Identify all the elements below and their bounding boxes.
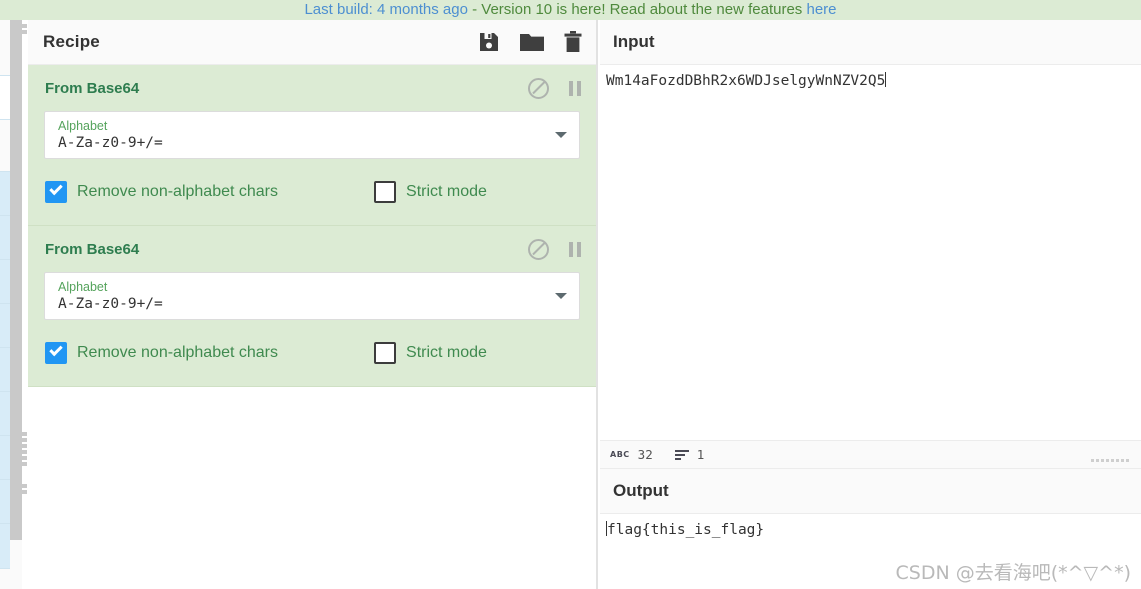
output-pane: Output flag{this_is_flag} CSDN @去看海吧(*^▽… [600,469,1141,589]
output-header: Output [600,469,1141,514]
version-notice-text: Version 10 is here! Read about the new f… [481,1,807,18]
list-item[interactable] [0,524,10,569]
list-item[interactable] [0,480,10,524]
io-column: Input Wm14aFozdDBhR2x6WDJselgyWnNZV2Q5 A… [600,20,1141,589]
disable-operation-icon[interactable] [528,238,549,260]
io-pane-resize-handle[interactable] [1091,459,1129,462]
alphabet-label: Alphabet [58,279,108,294]
list-item[interactable] [0,569,10,589]
operation-header: From Base64 [28,226,596,272]
recipe-operation[interactable]: From Base64 Alphabet A-Za-z0-9+/= Remove… [28,65,596,226]
output-textarea[interactable]: flag{this_is_flag} [600,514,1141,539]
save-icon[interactable] [478,31,500,53]
chevron-down-icon[interactable] [555,293,567,299]
recipe-operation-list[interactable]: From Base64 Alphabet A-Za-z0-9+/= Remove… [28,65,596,589]
input-length-value: 32 [637,447,653,462]
checkbox-box-unchecked[interactable] [374,342,397,364]
watermark: CSDN @去看海吧(*^▽^*) [895,562,1132,584]
alphabet-value: A-Za-z0-9+/= [58,295,163,312]
remove-non-alphabet-chars-checkbox[interactable]: Remove non-alphabet chars [45,181,278,203]
input-lines-stat: 1 [674,447,705,462]
input-textarea[interactable]: Wm14aFozdDBhR2x6WDJselgyWnNZV2Q5 [600,65,1141,90]
recipe-header: Recipe [28,20,596,65]
list-item[interactable] [0,76,10,120]
checkbox-box-checked[interactable] [45,181,67,203]
operation-controls [528,77,582,99]
operation-checkboxes: Remove non-alphabet chars Strict mode [28,159,596,203]
list-item[interactable] [0,120,10,172]
list-item[interactable] [0,260,10,304]
operation-title: From Base64 [45,240,140,258]
operation-title: From Base64 [45,79,140,97]
checkbox-label: Remove non-alphabet chars [77,344,279,361]
list-item[interactable] [0,392,10,436]
operations-rail [0,20,22,589]
strict-mode-checkbox[interactable]: Strict mode [374,342,487,364]
operation-controls [528,238,582,260]
list-item[interactable] [0,436,10,480]
operations-rail-tiles [0,20,10,589]
list-item[interactable] [0,348,10,392]
checkbox-label: Strict mode [406,344,487,361]
checkbox-box-unchecked[interactable] [374,181,397,203]
input-header: Input [600,20,1141,65]
output-title: Output [613,481,669,500]
input-pane: Input Wm14aFozdDBhR2x6WDJselgyWnNZV2Q5 A… [600,20,1141,469]
recipe-toolbar [478,31,582,53]
disable-operation-icon[interactable] [528,77,549,99]
list-item[interactable] [0,20,10,76]
trash-icon[interactable] [564,31,582,53]
list-item[interactable] [0,172,10,216]
banner-separator: - [467,1,482,18]
last-build-text: Last build: 4 months ago [304,1,468,18]
checkbox-label: Strict mode [406,183,487,200]
input-lines-value: 1 [696,447,705,462]
abc-icon: ABC [610,450,630,459]
build-notice-banner: Last build: 4 months ago - Version 10 is… [0,0,1141,20]
list-item[interactable] [0,216,10,260]
new-features-link[interactable]: here [806,1,836,18]
cyberchef-app: Last build: 4 months ago - Version 10 is… [0,0,1141,589]
operation-header: From Base64 [28,65,596,111]
alphabet-value: A-Za-z0-9+/= [58,134,163,151]
checkbox-label: Remove non-alphabet chars [77,183,279,200]
strict-mode-checkbox[interactable]: Strict mode [374,181,487,203]
input-length-stat: ABC 32 [610,447,653,462]
page-title: Recipe [43,32,100,51]
folder-icon[interactable] [520,32,544,52]
input-status-bar: ABC 32 1 [600,440,1141,468]
chevron-down-icon[interactable] [555,132,567,138]
checkbox-box-checked[interactable] [45,342,67,364]
operations-scrollbar[interactable] [10,20,22,540]
remove-non-alphabet-chars-checkbox[interactable]: Remove non-alphabet chars [45,342,278,364]
list-item[interactable] [0,304,10,348]
input-title: Input [613,32,655,51]
breakpoint-pause-icon[interactable] [568,80,582,96]
recipe-pane: Recipe From Base64 Alphabet A-Za-z0-9+/=… [28,20,598,589]
alphabet-select[interactable]: Alphabet A-Za-z0-9+/= [44,111,580,159]
recipe-operation[interactable]: From Base64 Alphabet A-Za-z0-9+/= Remove… [28,226,596,387]
lines-icon [674,449,689,460]
alphabet-select[interactable]: Alphabet A-Za-z0-9+/= [44,272,580,320]
operation-checkboxes: Remove non-alphabet chars Strict mode [28,320,596,364]
breakpoint-pause-icon[interactable] [568,241,582,257]
alphabet-label: Alphabet [58,118,108,133]
